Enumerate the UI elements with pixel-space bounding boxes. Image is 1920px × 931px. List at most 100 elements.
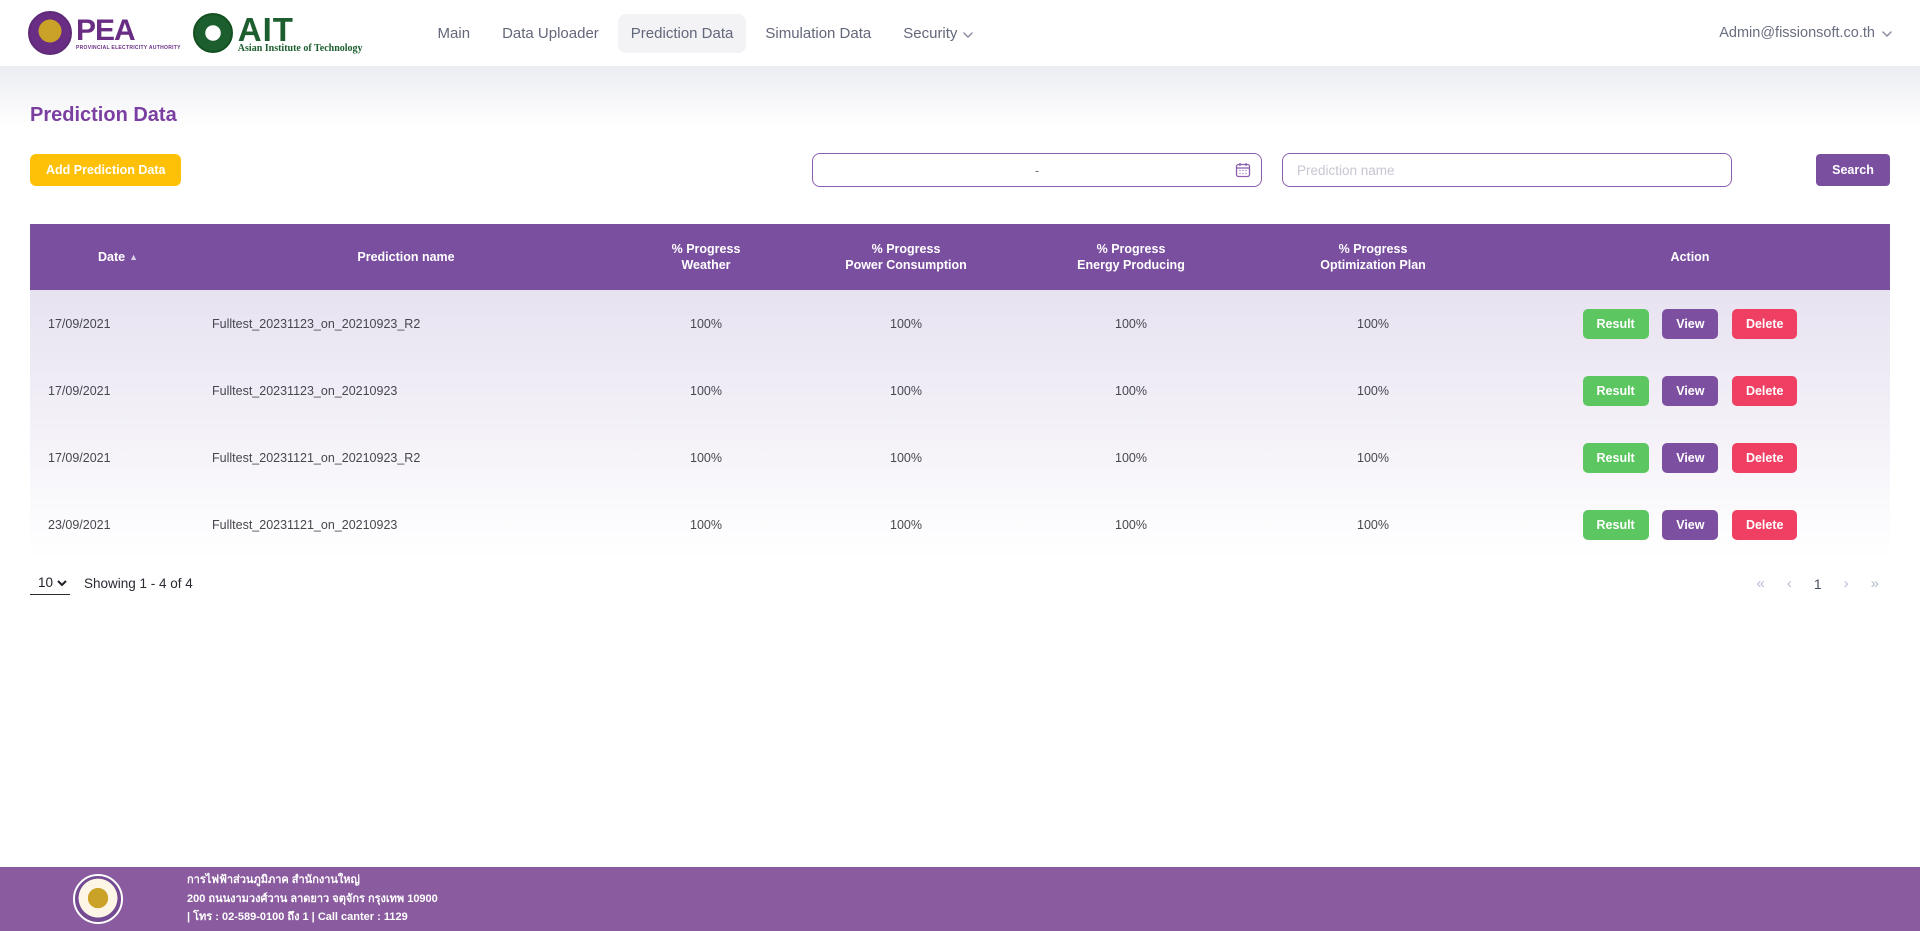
- view-button[interactable]: View: [1662, 443, 1718, 473]
- pea-logo: PEA PROVINCIAL ELECTRICITY AUTHORITY: [28, 11, 181, 55]
- delete-button[interactable]: Delete: [1732, 510, 1798, 540]
- page-size-select[interactable]: 10: [30, 572, 70, 595]
- search-button[interactable]: Search: [1816, 154, 1890, 186]
- cell-date: 17/09/2021: [30, 290, 206, 357]
- nav-item-main-label: Main: [438, 25, 471, 42]
- pea-logo-subtext: PROVINCIAL ELECTRICITY AUTHORITY: [76, 46, 181, 51]
- cell-date: 17/09/2021: [30, 424, 206, 491]
- ait-logo-subtext: Asian Institute of Technology: [238, 44, 363, 54]
- cell-prediction-name: Fulltest_20231123_on_20210923: [206, 357, 606, 424]
- nav-item-data-uploader-label: Data Uploader: [502, 25, 599, 42]
- showing-count-text: Showing 1 - 4 of 4: [84, 576, 193, 591]
- first-page-button[interactable]: «: [1746, 575, 1776, 592]
- top-navbar: PEA PROVINCIAL ELECTRICITY AUTHORITY AIT…: [0, 0, 1920, 66]
- add-prediction-data-button[interactable]: Add Prediction Data: [30, 154, 181, 186]
- view-button[interactable]: View: [1662, 376, 1718, 406]
- pea-footer-emblem-icon: [73, 874, 123, 924]
- cell-progress-energy: 100%: [1006, 357, 1256, 424]
- view-button[interactable]: View: [1662, 510, 1718, 540]
- column-header-progress-energy-producing: % Progress Energy Producing: [1006, 224, 1256, 290]
- pea-logo-text: PEA: [76, 16, 181, 46]
- table-row: 17/09/2021 Fulltest_20231123_on_20210923…: [30, 290, 1890, 357]
- cell-progress-power: 100%: [806, 357, 1006, 424]
- user-account-menu[interactable]: Admin@fissionsoft.co.th: [1719, 25, 1892, 41]
- nav-item-data-uploader[interactable]: Data Uploader: [489, 14, 612, 53]
- main-content: Prediction Data Add Prediction Data - Se…: [0, 66, 1920, 867]
- column-header-progress-optimization-plan: % Progress Optimization Plan: [1256, 224, 1490, 290]
- cell-prediction-name: Fulltest_20231121_on_20210923: [206, 491, 606, 558]
- cell-actions: Result View Delete: [1490, 491, 1890, 558]
- calendar-icon[interactable]: [1235, 162, 1251, 183]
- table-header-row: Date ▲ Prediction name % Progress Weather…: [30, 224, 1890, 290]
- footer-address: การไฟฟ้าส่วนภูมิภาค สำนักงานใหญ่ 200 ถนน…: [187, 871, 438, 927]
- current-page-number[interactable]: 1: [1803, 576, 1833, 592]
- previous-page-button[interactable]: ‹: [1776, 575, 1803, 592]
- toolbar: Add Prediction Data - Search: [30, 153, 1890, 187]
- cell-prediction-name: Fulltest_20231121_on_20210923_R2: [206, 424, 606, 491]
- logo-group: PEA PROVINCIAL ELECTRICITY AUTHORITY AIT…: [28, 11, 363, 55]
- column-header-date-label: Date: [98, 250, 125, 264]
- chevron-down-icon: [963, 25, 973, 42]
- table-row: 17/09/2021 Fulltest_20231121_on_20210923…: [30, 424, 1890, 491]
- nav-item-security[interactable]: Security: [890, 14, 986, 53]
- cell-progress-optimization: 100%: [1256, 491, 1490, 558]
- prediction-data-table: Date ▲ Prediction name % Progress Weather…: [30, 224, 1890, 558]
- ait-logo-text: AIT: [238, 13, 363, 46]
- column-header-progress-weather: % Progress Weather: [606, 224, 806, 290]
- chevron-down-icon: [1882, 25, 1892, 41]
- ait-logo: AIT Asian Institute of Technology: [193, 13, 363, 54]
- next-page-button[interactable]: ›: [1833, 575, 1860, 592]
- nav-item-simulation-data[interactable]: Simulation Data: [752, 14, 884, 53]
- delete-button[interactable]: Delete: [1732, 376, 1798, 406]
- cell-date: 23/09/2021: [30, 491, 206, 558]
- cell-actions: Result View Delete: [1490, 424, 1890, 491]
- cell-prediction-name: Fulltest_20231123_on_20210923_R2: [206, 290, 606, 357]
- main-nav: Main Data Uploader Prediction Data Simul…: [425, 14, 987, 53]
- nav-item-prediction-data-label: Prediction Data: [631, 25, 734, 42]
- column-header-prediction-name: Prediction name: [206, 224, 606, 290]
- user-email: Admin@fissionsoft.co.th: [1719, 25, 1875, 41]
- result-button[interactable]: Result: [1583, 443, 1649, 473]
- cell-progress-optimization: 100%: [1256, 424, 1490, 491]
- nav-item-prediction-data[interactable]: Prediction Data: [618, 14, 747, 53]
- result-button[interactable]: Result: [1583, 309, 1649, 339]
- cell-actions: Result View Delete: [1490, 290, 1890, 357]
- nav-item-main[interactable]: Main: [425, 14, 484, 53]
- pagination-bar: 10 Showing 1 - 4 of 4 « ‹ 1 › »: [30, 572, 1890, 595]
- cell-progress-energy: 100%: [1006, 424, 1256, 491]
- table-row: 23/09/2021 Fulltest_20231121_on_20210923…: [30, 491, 1890, 558]
- footer-line-2: 200 ถนนงามวงศ์วาน ลาดยาว จตุจักร กรุงเทพ…: [187, 890, 438, 909]
- footer-line-1: การไฟฟ้าส่วนภูมิภาค สำนักงานใหญ่: [187, 871, 438, 890]
- column-header-action: Action: [1490, 224, 1890, 290]
- cell-progress-optimization: 100%: [1256, 290, 1490, 357]
- column-header-date[interactable]: Date ▲: [30, 224, 206, 290]
- cell-progress-power: 100%: [806, 424, 1006, 491]
- footer-line-3: | โทร : 02-589-0100 ถึง 1 | Call canter …: [187, 908, 438, 927]
- delete-button[interactable]: Delete: [1732, 309, 1798, 339]
- cell-progress-power: 100%: [806, 290, 1006, 357]
- cell-progress-energy: 100%: [1006, 491, 1256, 558]
- cell-progress-weather: 100%: [606, 357, 806, 424]
- page-title: Prediction Data: [30, 66, 1890, 127]
- result-button[interactable]: Result: [1583, 510, 1649, 540]
- cell-progress-power: 100%: [806, 491, 1006, 558]
- page-footer: การไฟฟ้าส่วนภูมิภาค สำนักงานใหญ่ 200 ถนน…: [0, 867, 1920, 931]
- table-row: 17/09/2021 Fulltest_20231123_on_20210923…: [30, 357, 1890, 424]
- pea-emblem-icon: [28, 11, 72, 55]
- date-range-input[interactable]: -: [812, 153, 1262, 187]
- cell-progress-weather: 100%: [606, 491, 806, 558]
- cell-progress-optimization: 100%: [1256, 357, 1490, 424]
- prediction-name-search-input[interactable]: [1282, 153, 1732, 187]
- cell-progress-energy: 100%: [1006, 290, 1256, 357]
- result-button[interactable]: Result: [1583, 376, 1649, 406]
- delete-button[interactable]: Delete: [1732, 443, 1798, 473]
- view-button[interactable]: View: [1662, 309, 1718, 339]
- pager: « ‹ 1 › »: [1746, 575, 1890, 592]
- last-page-button[interactable]: »: [1860, 575, 1890, 592]
- sort-ascending-icon: ▲: [129, 252, 138, 262]
- cell-actions: Result View Delete: [1490, 357, 1890, 424]
- nav-item-security-label: Security: [903, 25, 957, 42]
- nav-item-simulation-data-label: Simulation Data: [765, 25, 871, 42]
- cell-date: 17/09/2021: [30, 357, 206, 424]
- cell-progress-weather: 100%: [606, 290, 806, 357]
